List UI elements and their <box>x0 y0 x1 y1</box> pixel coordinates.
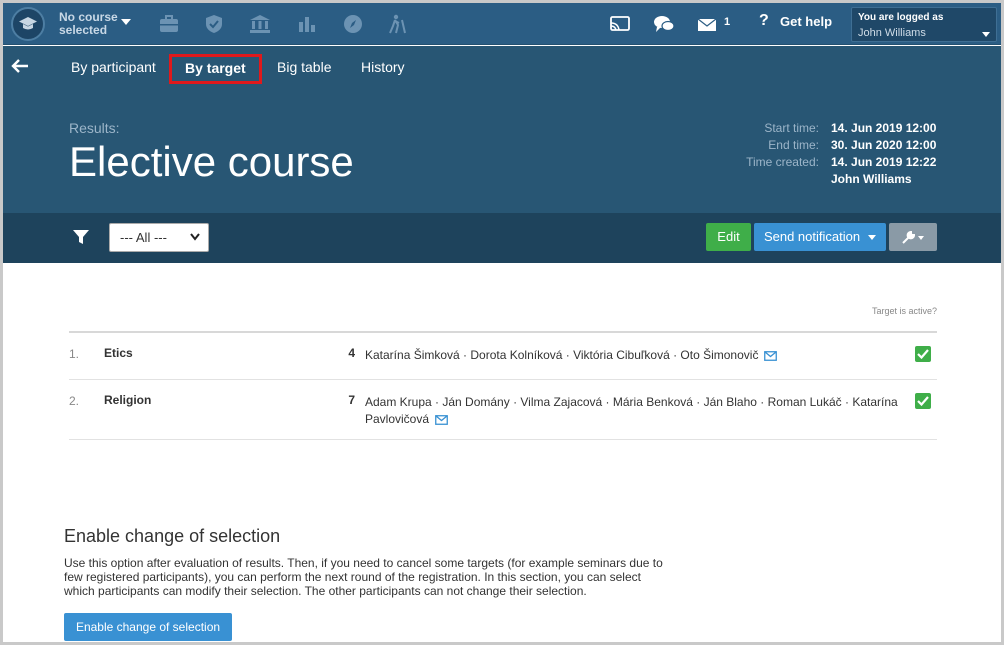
active-checkbox[interactable] <box>915 393 931 409</box>
app-frame: No course selected 1 ? Get help You are … <box>0 0 1004 645</box>
target-active-header: Target is active? <box>871 306 937 316</box>
check-icon <box>917 349 929 359</box>
edit-button[interactable]: Edit <box>706 223 751 251</box>
table-row: 1. Etics 4 Katarína Šimková · Dorota Kol… <box>69 333 937 380</box>
course-selector[interactable]: No course selected <box>59 11 118 37</box>
hiking-icon[interactable] <box>387 14 409 34</box>
course-selector-line2: selected <box>59 23 108 37</box>
cast-screen-icon[interactable] <box>609 14 631 34</box>
participant-list: Katarína Šimková · Dorota Kolníková · Vi… <box>365 347 905 364</box>
back-arrow-icon[interactable] <box>11 58 29 74</box>
chevron-down-icon[interactable] <box>121 19 131 25</box>
participant-names: Katarína Šimková · Dorota Kolníková · Vi… <box>365 348 759 362</box>
target-name[interactable]: Religion <box>104 393 151 407</box>
row-number: 1. <box>69 347 80 361</box>
top-bar: No course selected 1 ? Get help You are … <box>3 3 1001 45</box>
filter-select-value: --- All --- <box>120 230 167 245</box>
page-header: By participant By target Big table Histo… <box>3 46 1001 213</box>
end-time-label: End time: <box>768 138 819 152</box>
tab-big-table[interactable]: Big table <box>269 54 339 84</box>
participant-count: 7 <box>348 393 355 407</box>
logo[interactable] <box>11 7 45 41</box>
wrench-icon <box>902 231 915 244</box>
send-notification-button[interactable]: Send notification <box>754 223 886 251</box>
participant-list: Adam Krupa · Ján Domány · Vilma Zajacová… <box>365 394 905 428</box>
institution-icon[interactable] <box>249 14 271 34</box>
login-name: John Williams <box>858 27 926 39</box>
messages-count: 1 <box>724 16 731 28</box>
shield-icon[interactable] <box>203 14 225 34</box>
check-icon <box>917 396 929 406</box>
filter-icon <box>73 230 89 244</box>
results-label: Results: <box>69 120 120 136</box>
mail-icon[interactable] <box>764 351 778 361</box>
tab-history[interactable]: History <box>353 54 413 84</box>
chevron-down-icon <box>190 233 200 241</box>
target-name[interactable]: Etics <box>104 346 133 360</box>
toolbar: --- All --- Edit Send notification <box>3 213 1001 263</box>
briefcase-icon[interactable] <box>158 14 180 34</box>
chat-bubbles-icon[interactable] <box>653 14 675 34</box>
start-time-label: Start time: <box>764 121 819 135</box>
chevron-down-icon <box>868 235 877 241</box>
chevron-down-icon <box>918 235 924 240</box>
time-created-value: 14. Jun 2019 12:22 <box>831 155 937 169</box>
filter-select[interactable]: --- All --- <box>109 223 209 252</box>
mail-icon[interactable] <box>697 14 719 34</box>
tab-by-target[interactable]: By target <box>169 54 262 84</box>
start-time-value: 14. Jun 2019 12:00 <box>831 121 937 135</box>
compass-icon[interactable] <box>342 14 364 34</box>
mail-icon[interactable] <box>435 415 448 425</box>
send-notification-label: Send notification <box>763 229 861 244</box>
row-number: 2. <box>69 394 80 408</box>
tab-by-participant[interactable]: By participant <box>63 54 164 84</box>
chevron-down-icon <box>982 32 990 37</box>
get-help-link[interactable]: Get help <box>780 14 832 29</box>
user-menu[interactable]: You are logged as John Williams <box>851 7 997 42</box>
page-title: Elective course <box>69 138 354 185</box>
bar-chart-icon[interactable] <box>296 14 318 34</box>
enable-change-button[interactable]: Enable change of selection <box>64 613 232 641</box>
section-title: Enable change of selection <box>64 526 281 546</box>
question-icon[interactable]: ? <box>759 12 769 30</box>
time-created-label: Time created: <box>746 155 819 169</box>
meta-labels: Start time: End time: Time created: <box>746 120 819 171</box>
graduation-cap-icon <box>19 17 37 30</box>
meta-values: 14. Jun 2019 12:00 30. Jun 2020 12:00 14… <box>831 120 936 188</box>
end-time-value: 30. Jun 2020 12:00 <box>831 138 937 152</box>
participant-count: 4 <box>348 346 355 360</box>
active-checkbox[interactable] <box>915 346 931 362</box>
created-by-value: John Williams <box>831 172 912 186</box>
table-row: 2. Religion 7 Adam Krupa · Ján Domány · … <box>69 380 937 440</box>
section-description: Use this option after evaluation of resu… <box>64 556 663 598</box>
login-title: You are logged as <box>858 12 944 23</box>
tools-dropdown-button[interactable] <box>889 223 937 251</box>
